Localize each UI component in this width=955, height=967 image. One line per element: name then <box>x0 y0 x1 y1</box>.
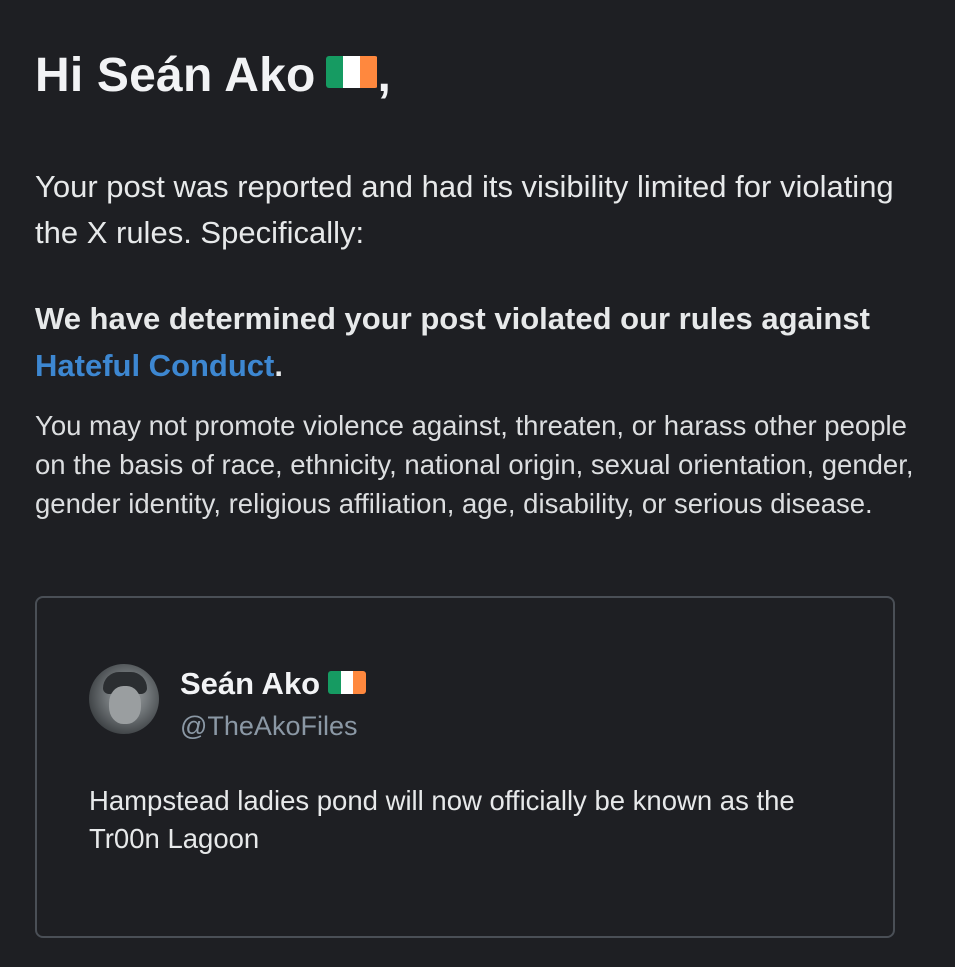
greeting-heading: Hi Seán Ako, <box>35 48 391 103</box>
policy-description: You may not promote violence against, th… <box>35 410 914 519</box>
post-author-name[interactable]: Seán Ako <box>180 666 367 702</box>
reported-post-card[interactable]: Seán Ako @TheAkoFiles Hampstead ladies p… <box>35 596 895 938</box>
determination-suffix: . <box>274 348 283 383</box>
notice-intro: Your post was reported and had its visib… <box>35 169 894 250</box>
ireland-flag-icon <box>328 671 367 695</box>
post-text: Hampstead ladies pond will now officiall… <box>89 785 795 854</box>
greeting-text: Hi Seán Ako <box>35 49 316 102</box>
violation-determination: We have determined your post violated ou… <box>35 295 915 389</box>
author-name-text: Seán Ako <box>180 666 321 701</box>
post-author-handle[interactable]: @TheAkoFiles <box>180 711 357 742</box>
ireland-flag-icon <box>325 56 378 89</box>
greeting-comma: , <box>377 49 392 102</box>
hateful-conduct-link[interactable]: Hateful Conduct <box>35 348 274 383</box>
avatar[interactable] <box>89 664 159 734</box>
determination-prefix: We have determined your post violated ou… <box>35 301 870 336</box>
